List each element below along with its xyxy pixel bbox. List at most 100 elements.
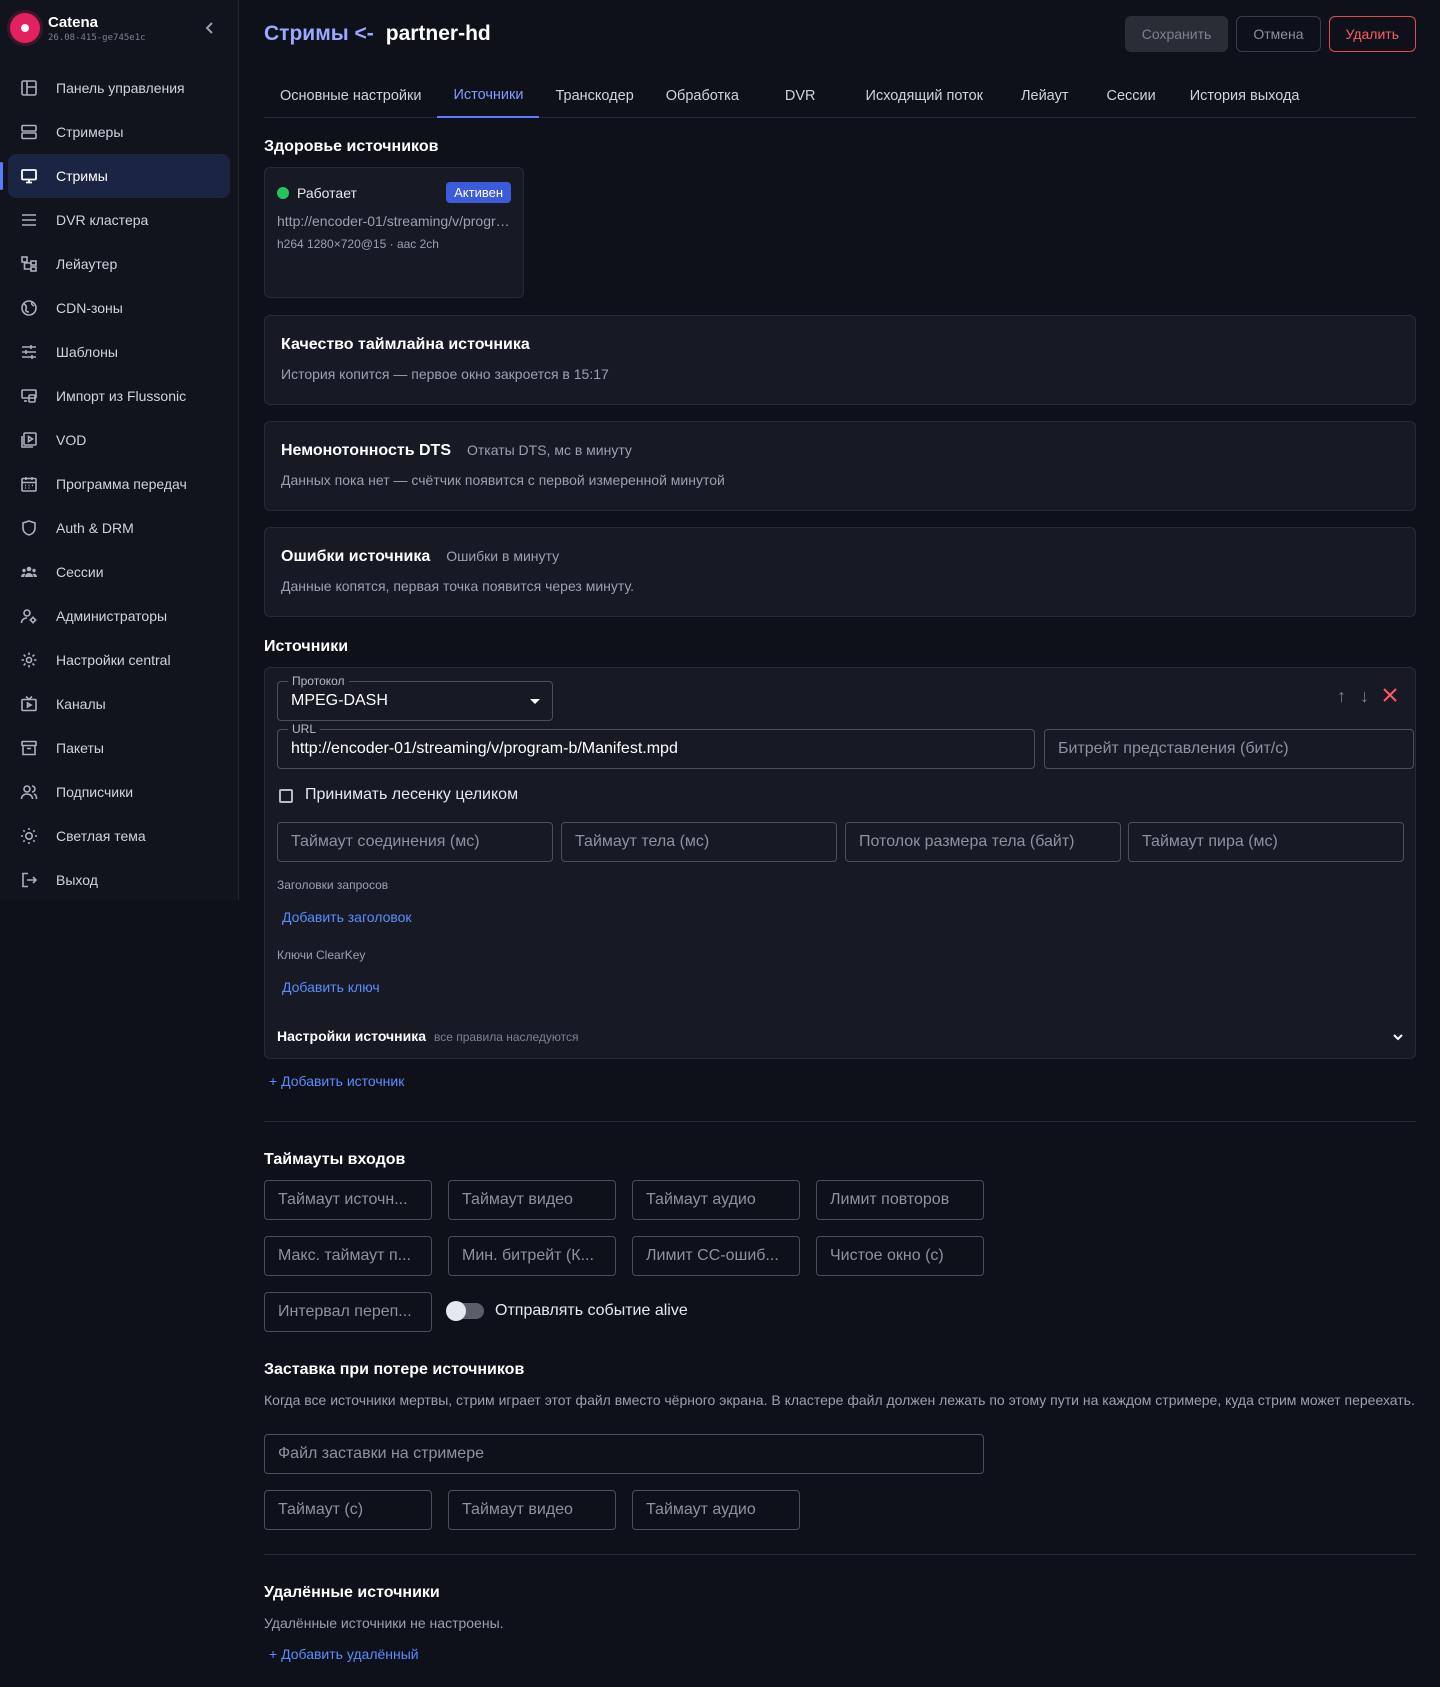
splash-timeout-input[interactable]: Таймаут (с) [264,1490,432,1530]
source-card: Протокол MPEG-DASH ↑ ↓ URL http://encode… [264,667,1416,1059]
cc-error-limit-input[interactable]: Лимит CC-ошиб... [632,1236,800,1276]
sidebar-item-streamers[interactable]: Стримеры [8,110,230,154]
ladder-label: Принимать лесенку целиком [305,786,519,803]
app-version: 26.08-415-ge745e1c [48,32,146,43]
gear-icon [21,652,37,668]
video-timeout-input[interactable]: Таймаут видео [448,1180,616,1220]
min-bitrate-input[interactable]: Мин. битрейт (К... [448,1236,616,1276]
chevron-left-icon[interactable] [200,18,220,38]
clean-window-input[interactable]: Чистое окно (с) [816,1236,984,1276]
layout-icon [21,256,37,272]
add-header-link[interactable]: Добавить заголовок [282,909,412,925]
tab-layout[interactable]: Лейаут [1003,74,1086,118]
source-timeout-input[interactable]: Таймаут источн... [264,1180,432,1220]
max-timeout-input[interactable]: Макс. таймаут п... [264,1236,432,1276]
sidebar-item-admins[interactable]: Администраторы [8,594,230,638]
sidebar-item-flussonic-import[interactable]: Импорт из Flussonic [8,374,230,418]
page-header: Стримы <- partner-hd Сохранить Отмена Уд… [264,14,1416,54]
sidebar-item-epg[interactable]: Программа передач [8,462,230,506]
source-errors-card: Ошибки источника Ошибки в минуту Данные … [264,527,1416,617]
shield-icon [22,520,36,536]
sidebar-item-central-settings[interactable]: Настройки central [8,638,230,682]
list-icon [22,214,36,226]
sidebar-item-label: DVR кластера [56,212,149,228]
retry-limit-input[interactable]: Лимит повторов [816,1180,984,1220]
peer-timeout-input[interactable]: Таймаут пира (мс) [1128,822,1404,862]
tab-output-history[interactable]: История выхода [1176,74,1314,118]
sidebar-item-channels[interactable]: Каналы [8,682,230,726]
delete-button[interactable]: Удалить [1328,16,1416,52]
connect-timeout-input[interactable]: Таймаут соединения (мс) [277,822,553,862]
source-health-card[interactable]: Работает Активен http://encoder-01/strea… [264,167,524,298]
section-title-health: Здоровье источников [264,138,439,155]
sidebar-item-dashboard[interactable]: Панель управления [8,66,230,110]
sidebar-item-label: Программа передач [56,476,187,492]
arrow-down-icon[interactable]: ↓ [1360,686,1369,707]
sidebar-item-logout[interactable]: Выход [8,858,230,902]
body-timeout-input[interactable]: Таймаут тела (мс) [561,822,837,862]
sidebar-item-cdn-zones[interactable]: CDN-зоны [8,286,230,330]
tab-processing[interactable]: Обработка [650,74,755,118]
add-key-link[interactable]: Добавить ключ [282,979,380,995]
sidebar-item-light-theme[interactable]: Светлая тема [8,814,230,858]
logout-icon [22,872,38,888]
bitrate-input[interactable]: Битрейт представления (бит/с) [1044,729,1414,769]
sidebar-item-cluster-dvr[interactable]: DVR кластера [8,198,230,242]
sidebar-item-layouter[interactable]: Лейаутер [8,242,230,286]
header-actions: Сохранить Отмена Удалить [1124,16,1416,52]
sidebar-item-sessions[interactable]: Сессии [8,550,230,594]
protocol-label: Протокол [288,674,349,688]
ladder-checkbox[interactable] [279,789,293,803]
add-source-link[interactable]: + Добавить источник [269,1073,404,1089]
cancel-button[interactable]: Отмена [1236,16,1321,52]
sidebar-item-templates[interactable]: Шаблоны [8,330,230,374]
admin-icon [20,609,37,624]
splash-file-input[interactable]: Файл заставки на стримере [264,1434,984,1474]
sidebar-item-label: Стримы [56,168,108,184]
tab-sessions[interactable]: Сессии [1086,74,1175,118]
sidebar-item-label: Панель управления [56,80,185,96]
audio-timeout-input[interactable]: Таймаут аудио [632,1180,800,1220]
sidebar-item-streams[interactable]: Стримы [0,154,230,198]
globe-icon [21,300,37,316]
errors-text: Данные копятся, первая точка появится че… [281,578,634,594]
sliders-icon [22,345,36,359]
dts-card: Немонотонность DTS Откаты DTS, мс в мину… [264,421,1416,511]
splash-video-timeout-input[interactable]: Таймаут видео [448,1490,616,1530]
tab-dvr[interactable]: DVR [755,74,846,118]
timeline-title: Качество таймлайна источника [281,336,530,353]
close-icon[interactable] [1383,688,1397,702]
brand[interactable]: Catena 26.08-415-ge745e1c [10,10,230,46]
errors-subtitle: Ошибки в минуту [446,548,560,564]
sidebar-item-label: Шаблоны [56,344,118,360]
alive-event-toggle[interactable] [446,1301,484,1321]
tab-transcoder[interactable]: Транскодер [539,74,649,118]
splash-audio-timeout-input[interactable]: Таймаут аудио [632,1490,800,1530]
source-settings-toggle[interactable]: Настройки источника все правила наследую… [277,1028,1405,1044]
breadcrumb-streams[interactable]: Стримы <- [264,22,374,46]
tab-bar: Основные настройки Источники Транскодер … [264,74,1416,118]
status-dot-icon [277,186,289,199]
sidebar-item-subscribers[interactable]: Подписчики [8,770,230,814]
server-icon [21,124,37,140]
tab-general[interactable]: Основные настройки [264,74,437,118]
save-button[interactable]: Сохранить [1124,16,1229,52]
sidebar-item-label: CDN-зоны [56,300,123,316]
tab-sources[interactable]: Источники [437,74,540,118]
url-input[interactable]: URL http://encoder-01/streaming/v/progra… [277,722,1035,769]
alive-event-label: Отправлять событие alive [495,1302,688,1319]
users-icon [21,566,37,577]
sidebar-item-auth-drm[interactable]: Auth & DRM [8,506,230,550]
source-settings-title: Настройки источника [277,1028,427,1044]
add-remote-link[interactable]: + Добавить удалённый [269,1646,419,1662]
switch-interval-input[interactable]: Интервал переп... [264,1292,432,1332]
calendar-icon [21,477,37,492]
tab-output[interactable]: Исходящий поток [846,74,1003,118]
video-icon [21,432,37,448]
body-size-input[interactable]: Потолок размера тела (байт) [845,822,1121,862]
arrow-up-icon[interactable]: ↑ [1337,686,1346,707]
sidebar-item-vod[interactable]: VOD [8,418,230,462]
sidebar-item-label: Каналы [56,696,106,712]
sidebar-item-packages[interactable]: Пакеты [8,726,230,770]
protocol-select[interactable]: Протокол MPEG-DASH [277,674,553,721]
